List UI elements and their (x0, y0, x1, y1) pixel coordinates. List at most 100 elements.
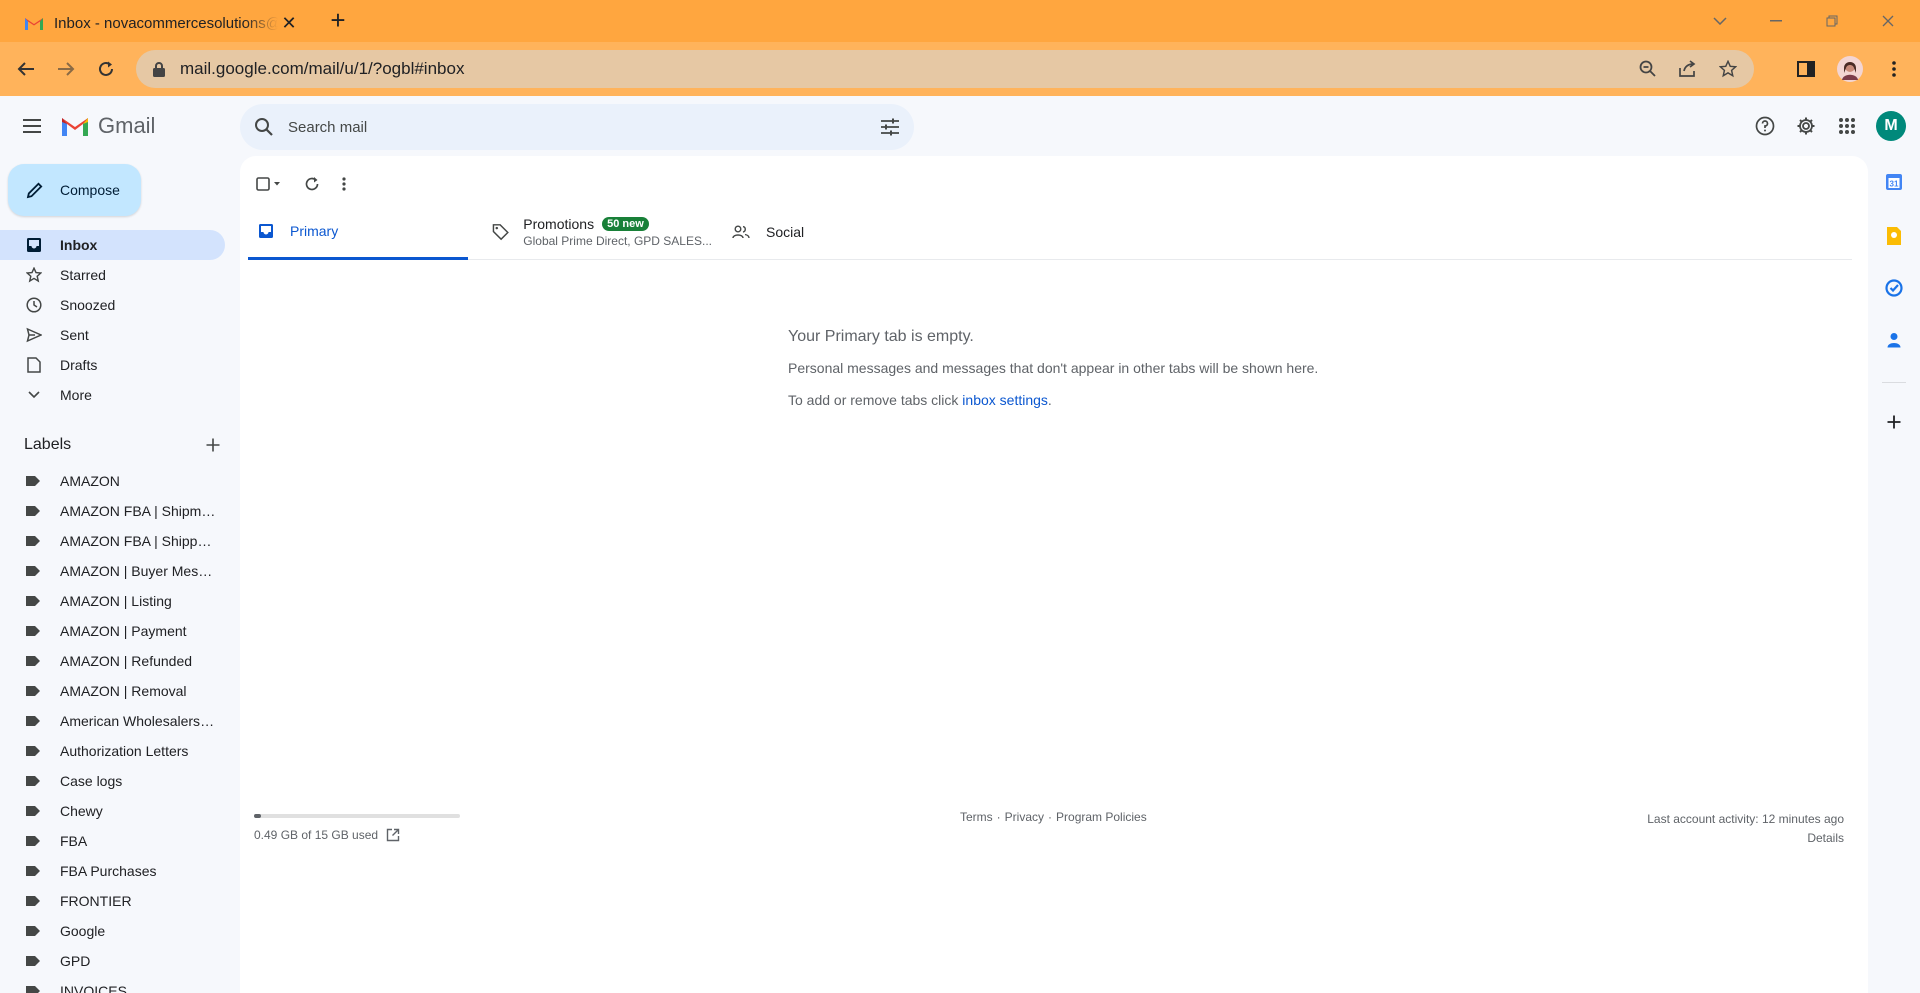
label-tag-icon (26, 596, 40, 606)
label-tag-icon (26, 686, 40, 696)
account-activity: Last account activity: 12 minutes ago De… (1647, 810, 1844, 848)
open-storage-icon[interactable] (386, 828, 400, 842)
label-name: FBA Purchases (60, 863, 157, 879)
tab-promotions[interactable]: Promotions 50 new Global Prime Direct, G… (492, 204, 712, 260)
add-label-icon[interactable] (206, 438, 220, 452)
label-item[interactable]: AMAZON | Refunded (0, 646, 225, 676)
select-all-checkbox[interactable] (256, 176, 282, 192)
label-item[interactable]: INVOICES (0, 976, 225, 993)
label-item[interactable]: Chewy (0, 796, 225, 826)
tab-label: Promotions (523, 216, 595, 232)
forward-icon[interactable] (50, 53, 82, 85)
last-activity-text: Last account activity: 12 minutes ago (1647, 812, 1844, 826)
nav-label: Starred (60, 267, 106, 283)
settings-gear-icon[interactable] (1794, 114, 1818, 138)
nav-item-starred[interactable]: Starred (0, 260, 225, 290)
label-name: AMAZON | Refunded (60, 653, 193, 669)
window-close-icon[interactable] (1860, 0, 1916, 42)
hint-suffix: . (1047, 392, 1052, 408)
details-link[interactable]: Details (1647, 829, 1844, 848)
labels-header: Labels (24, 436, 220, 454)
label-tag-icon (26, 626, 40, 636)
tab-close-icon[interactable]: ✕ (278, 13, 300, 34)
reload-icon[interactable] (90, 53, 122, 85)
keep-icon[interactable] (1884, 226, 1904, 246)
nav-item-more[interactable]: More (0, 380, 225, 410)
zoom-icon[interactable] (1636, 57, 1660, 81)
calendar-icon[interactable]: 31 (1884, 172, 1904, 192)
privacy-link[interactable]: Privacy (1005, 810, 1044, 824)
label-item[interactable]: AMAZON | Listing (0, 586, 225, 616)
label-item[interactable]: FRONTIER (0, 886, 225, 916)
label-item[interactable]: Authorization Letters (0, 736, 225, 766)
label-item[interactable]: American Wholesalers L... (0, 706, 225, 736)
storage-info: 0.49 GB of 15 GB used (254, 828, 400, 842)
label-tag-icon (26, 566, 40, 576)
nav-item-drafts[interactable]: Drafts (0, 350, 225, 380)
empty-state: Your Primary tab is empty. Personal mess… (788, 328, 1318, 408)
new-tab-icon[interactable]: + (324, 6, 352, 34)
restore-icon[interactable] (1804, 0, 1860, 42)
more-options-icon[interactable] (342, 176, 346, 192)
apps-grid-icon[interactable] (1835, 114, 1859, 138)
label-item[interactable]: FBA Purchases (0, 856, 225, 886)
browser-menu-icon[interactable] (1878, 53, 1910, 85)
empty-heading: Your Primary tab is empty. (788, 328, 974, 345)
label-item[interactable]: FBA (0, 826, 225, 856)
label-item[interactable]: AMAZON | Buyer Messa... (0, 556, 225, 586)
account-avatar[interactable]: M (1876, 111, 1906, 141)
sidebar: Compose Inbox Starred Snoozed Sent Draft… (0, 156, 240, 993)
tab-social[interactable]: Social (732, 204, 892, 260)
search-bar[interactable]: Search mail (240, 104, 914, 150)
label-item[interactable]: AMAZON (0, 466, 225, 496)
label-tag-icon (26, 656, 40, 666)
label-item[interactable]: AMAZON | Payment (0, 616, 225, 646)
profile-avatar-icon[interactable] (1834, 53, 1866, 85)
separator: · (1048, 810, 1053, 824)
label-item[interactable]: GPD (0, 946, 225, 976)
compose-button[interactable]: Compose (8, 164, 141, 216)
terms-link[interactable]: Terms (960, 810, 993, 824)
draft-icon (26, 357, 42, 373)
label-name: AMAZON FBA | Shipmen... (60, 503, 216, 519)
side-panel-icon[interactable] (1790, 53, 1822, 85)
contacts-icon[interactable] (1884, 330, 1904, 350)
label-item[interactable]: AMAZON FBA | Shipmen... (0, 496, 225, 526)
nav-item-inbox[interactable]: Inbox (0, 230, 225, 260)
label-item[interactable]: Case logs (0, 766, 225, 796)
help-icon[interactable] (1753, 114, 1777, 138)
labels-heading: Labels (24, 436, 72, 453)
promotions-senders: Global Prime Direct, GPD SALES... (523, 234, 712, 248)
gmail-logo[interactable]: Gmail (60, 113, 155, 139)
browser-tab[interactable]: Inbox - novacommercesolutions@ ✕ (8, 4, 310, 42)
search-input[interactable]: Search mail (288, 119, 880, 136)
address-bar[interactable]: mail.google.com/mail/u/1/?ogbl#inbox (136, 50, 1754, 88)
add-addon-icon[interactable] (1884, 412, 1904, 432)
tab-primary[interactable]: Primary (248, 204, 468, 260)
footer-links: Terms · Privacy · Program Policies (960, 810, 1147, 824)
main-menu-icon[interactable] (20, 114, 44, 138)
tasks-icon[interactable] (1884, 278, 1904, 298)
search-options-icon[interactable] (880, 118, 900, 136)
label-item[interactable]: AMAZON | Removal (0, 676, 225, 706)
share-icon[interactable] (1676, 57, 1700, 81)
addons-side-panel: 31 (1868, 156, 1920, 993)
inbox-settings-link[interactable]: inbox settings (962, 392, 1048, 408)
search-icon[interactable] (254, 117, 274, 137)
label-item[interactable]: AMAZON FBA | Shipped... (0, 526, 225, 556)
send-icon (26, 327, 42, 343)
minimize-icon[interactable] (1748, 0, 1804, 42)
refresh-icon[interactable] (304, 176, 320, 192)
tab-search-icon[interactable] (1692, 0, 1748, 42)
nav-item-sent[interactable]: Sent (0, 320, 225, 350)
nav-item-snoozed[interactable]: Snoozed (0, 290, 225, 320)
label-tag-icon (26, 836, 40, 846)
bookmark-star-icon[interactable] (1716, 57, 1740, 81)
label-item[interactable]: Google (0, 916, 225, 946)
label-tag-icon (26, 956, 40, 966)
label-tag-icon (26, 716, 40, 726)
back-icon[interactable] (10, 53, 42, 85)
inbox-icon (26, 237, 42, 253)
program-policies-link[interactable]: Program Policies (1056, 810, 1147, 824)
compose-label: Compose (60, 182, 120, 198)
